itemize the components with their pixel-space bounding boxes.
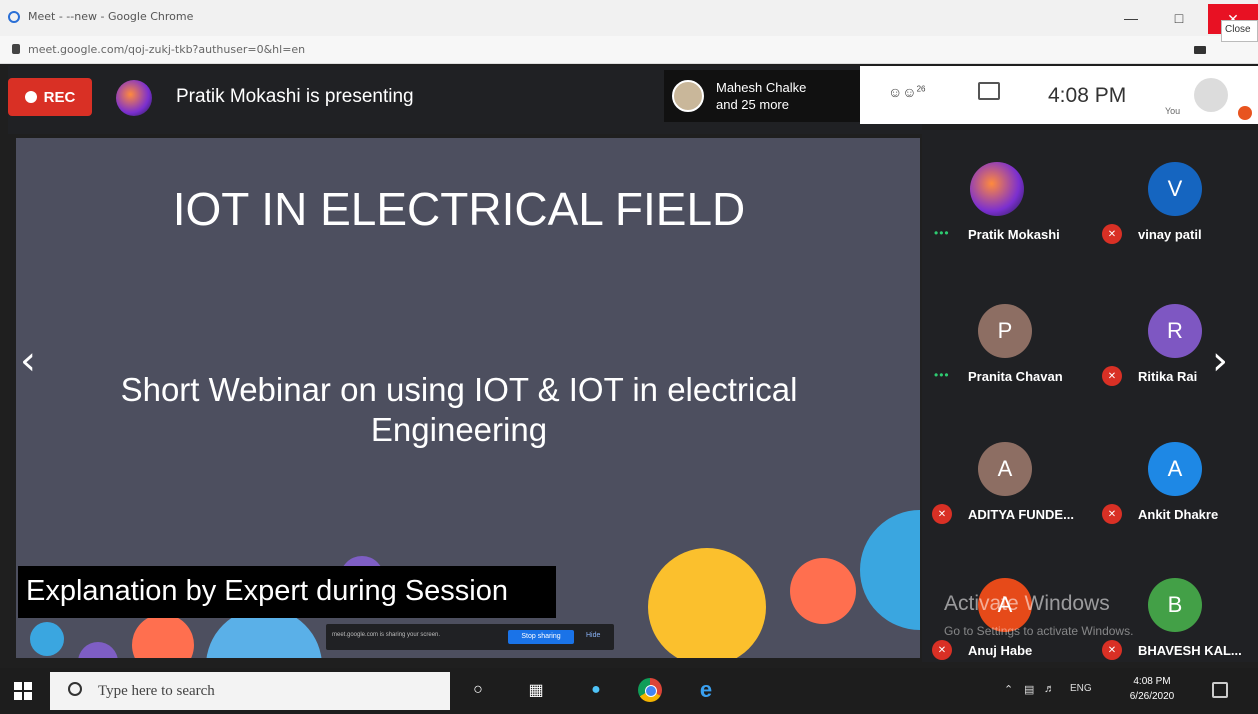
slide-subtitle-line-1: Short Webinar on using IOT & IOT in elec… bbox=[120, 371, 798, 408]
screen: Meet - --new - Google Chrome — □ ✕ meet.… bbox=[0, 0, 1258, 714]
mic-muted-icon: ✕ bbox=[1102, 366, 1122, 386]
language-indicator[interactable]: ENG bbox=[1070, 683, 1092, 694]
minimize-button[interactable]: — bbox=[1108, 4, 1154, 32]
lock-icon bbox=[12, 44, 20, 54]
notification-badge bbox=[1238, 106, 1252, 120]
attendee-name: Mahesh Chalke bbox=[716, 80, 807, 95]
next-arrow-icon[interactable]: › bbox=[1212, 338, 1228, 384]
presenter-avatar bbox=[116, 80, 152, 116]
stop-sharing-button[interactable]: Stop sharing bbox=[508, 630, 574, 644]
share-notice: meet.google.com is sharing your screen. bbox=[332, 632, 441, 638]
close-tooltip: Close bbox=[1221, 20, 1258, 42]
participant-grid bbox=[922, 130, 1258, 662]
video-caption: Explanation by Expert during Session bbox=[18, 566, 556, 618]
speaking-dots-icon: ••• bbox=[934, 226, 950, 240]
people-count: 26 bbox=[916, 84, 926, 94]
speaking-dots-icon: ••• bbox=[934, 368, 950, 382]
rec-label: REC bbox=[43, 88, 76, 106]
meet-controls: ☺☺26 4:08 PM You bbox=[860, 66, 1258, 124]
decor-circle bbox=[790, 558, 856, 624]
window-title: Meet - --new - Google Chrome bbox=[28, 10, 194, 23]
camera-icon[interactable] bbox=[1194, 46, 1206, 54]
self-avatar[interactable] bbox=[1194, 78, 1228, 112]
decor-circle bbox=[30, 622, 64, 656]
meet-favicon-icon bbox=[8, 11, 20, 23]
screen-share-bar: meet.google.com is sharing your screen. … bbox=[326, 624, 614, 650]
taskbar-clock[interactable]: 4:08 PM 6/26/2020 bbox=[1126, 674, 1178, 704]
url-text[interactable]: meet.google.com/qoj-zukj-tkb?authuser=0&… bbox=[28, 43, 305, 56]
task-view-icon[interactable]: ▦ bbox=[524, 678, 548, 702]
hide-button[interactable]: Hide bbox=[586, 632, 600, 639]
slide-subtitle-line-2: Engineering bbox=[370, 411, 548, 448]
participant-name: Pranita Chavan bbox=[968, 369, 1063, 384]
taskbar-search[interactable]: Type here to search bbox=[50, 672, 450, 710]
mic-muted-icon: ✕ bbox=[1102, 504, 1122, 524]
maximize-button[interactable]: □ bbox=[1156, 4, 1202, 32]
search-placeholder: Type here to search bbox=[98, 683, 215, 699]
record-dot-icon bbox=[24, 91, 37, 103]
attendee-avatar bbox=[672, 80, 704, 112]
volume-icon[interactable]: ♬ bbox=[1044, 683, 1055, 695]
chat-icon[interactable] bbox=[978, 82, 1000, 100]
attendee-more: and 25 more bbox=[716, 97, 789, 112]
participant-name: Anuj Habe bbox=[968, 643, 1033, 658]
participant-name: ADITYA FUNDE... bbox=[968, 507, 1074, 522]
activate-windows-subtext: Go to Settings to activate Windows. bbox=[944, 624, 1134, 638]
address-bar[interactable]: meet.google.com/qoj-zukj-tkb?authuser=0&… bbox=[0, 36, 1258, 64]
meeting-time: 4:08 PM bbox=[1048, 84, 1127, 107]
decor-circle bbox=[860, 510, 920, 630]
attendees-chip[interactable]: Mahesh Chalke and 25 more bbox=[664, 70, 860, 122]
windows-taskbar: Type here to search ○ ▦ ● e ⌃ ▤ ♬ ENG 4:… bbox=[0, 668, 1258, 714]
recording-badge: REC bbox=[8, 78, 92, 116]
browser-title-bar: Meet - --new - Google Chrome — □ ✕ bbox=[0, 0, 1258, 36]
search-icon bbox=[68, 682, 82, 696]
participant-name: Ankit Dhakre bbox=[1138, 507, 1219, 522]
meet-app-icon[interactable]: ● bbox=[584, 678, 608, 702]
clock-time: 4:08 PM bbox=[1133, 676, 1171, 687]
mic-muted-icon: ✕ bbox=[932, 504, 952, 524]
participant-avatar: R bbox=[1148, 304, 1202, 358]
participant-avatar bbox=[970, 162, 1024, 216]
cortana-icon[interactable]: ○ bbox=[466, 678, 490, 702]
decor-circle bbox=[648, 548, 766, 658]
tray-chevron-icon[interactable]: ⌃ bbox=[1004, 683, 1013, 696]
network-icon[interactable]: ▤ bbox=[1024, 683, 1034, 696]
people-button[interactable]: ☺☺26 bbox=[888, 84, 926, 100]
decor-circle bbox=[132, 614, 194, 658]
notification-center-icon[interactable] bbox=[1212, 682, 1228, 698]
participant-avatar: P bbox=[978, 304, 1032, 358]
people-icon: ☺☺ bbox=[888, 84, 917, 100]
participant-name: vinay patil bbox=[1138, 227, 1202, 242]
chrome-icon[interactable] bbox=[638, 678, 662, 702]
participant-avatar: A bbox=[1148, 442, 1202, 496]
presenting-text: Pratik Mokashi is presenting bbox=[176, 86, 414, 107]
participant-name: Ritika Rai bbox=[1138, 369, 1198, 384]
participant-name: BHAVESH KAL... bbox=[1138, 643, 1242, 658]
windows-start-icon[interactable] bbox=[14, 682, 32, 700]
participant-name: Pratik Mokashi bbox=[968, 227, 1060, 242]
clock-date: 6/26/2020 bbox=[1129, 691, 1175, 702]
participant-avatar: V bbox=[1148, 162, 1202, 216]
participant-avatar: A bbox=[978, 442, 1032, 496]
slide-subtitle: Short Webinar on using IOT & IOT in elec… bbox=[46, 370, 872, 450]
mic-muted-icon: ✕ bbox=[932, 640, 952, 660]
participant-avatar: B bbox=[1148, 578, 1202, 632]
previous-arrow-icon[interactable]: ‹ bbox=[20, 338, 36, 384]
mic-muted-icon: ✕ bbox=[1102, 640, 1122, 660]
decor-circle bbox=[78, 642, 118, 658]
slide-title: IOT IN ELECTRICAL FIELD bbox=[172, 183, 746, 235]
mic-muted-icon: ✕ bbox=[1102, 224, 1122, 244]
you-label: You bbox=[1165, 106, 1181, 116]
activate-windows-watermark: Activate Windows bbox=[944, 592, 1110, 615]
edge-icon[interactable]: e bbox=[694, 677, 718, 702]
